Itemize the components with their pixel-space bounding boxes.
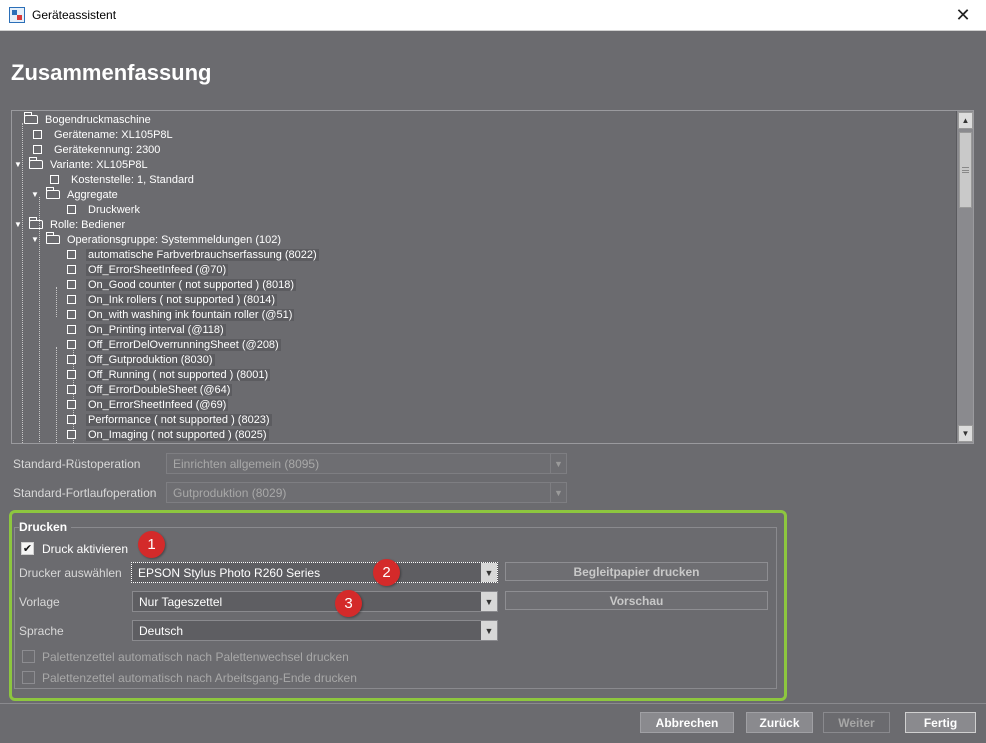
operation-end-checkbox[interactable] — [22, 671, 35, 684]
tree-row-geraetename[interactable]: Gerätename: XL105P8L — [33, 127, 175, 142]
callout-badge-2: 2 — [373, 559, 400, 586]
tree-row-druckwerk[interactable]: Druckwerk — [67, 202, 142, 217]
back-button[interactable]: Zurück — [746, 712, 813, 733]
chevron-down-icon: ▼ — [481, 621, 497, 640]
cancel-button[interactable]: Abbrechen — [640, 712, 734, 733]
grip-icon — [962, 167, 969, 173]
tree-connector — [56, 347, 57, 443]
tree-row-operation[interactable]: On_Good counter ( not supported ) (8018) — [67, 277, 297, 292]
tree-scrollbar[interactable]: ▲ ▼ — [956, 111, 973, 443]
leaf-node-icon — [67, 325, 76, 334]
language-select[interactable]: Deutsch ▼ — [132, 620, 498, 641]
expand-triangle-icon[interactable]: ▼ — [13, 217, 23, 232]
template-value: Nur Tageszettel — [139, 594, 223, 609]
leaf-node-icon — [67, 355, 76, 364]
footer-separator — [0, 703, 986, 704]
printer-select[interactable]: EPSON Stylus Photo R260 Series ▼ — [131, 562, 498, 583]
tree-row-operation[interactable]: Off_Running ( not supported ) (8001) — [67, 367, 271, 382]
chevron-down-icon: ▼ — [550, 483, 566, 502]
tree-row-variante[interactable]: ▼ Variante: XL105P8L — [13, 157, 150, 172]
folder-icon — [46, 187, 60, 199]
chevron-down-icon: ▼ — [550, 454, 566, 473]
folder-icon — [29, 217, 43, 229]
print-group-title: Drucken — [19, 520, 72, 534]
setup-operation-value: Einrichten allgemein (8095) — [173, 456, 320, 471]
language-label: Sprache — [19, 624, 64, 638]
callout-badge-3: 3 — [335, 590, 362, 617]
folder-icon — [29, 157, 43, 169]
leaf-node-icon — [67, 340, 76, 349]
template-label: Vorlage — [19, 595, 60, 609]
preview-button[interactable]: Vorschau — [505, 591, 768, 610]
tree-row-operation[interactable]: On_Imaging ( not supported ) (8025) — [67, 427, 269, 442]
scroll-thumb[interactable] — [959, 132, 972, 208]
leaf-node-icon — [67, 385, 76, 394]
window-title: Geräteassistent — [32, 8, 117, 22]
tree-row-operation[interactable]: Off_ErrorDoubleSheet (@64) — [67, 382, 233, 397]
callout-badge-1: 1 — [138, 531, 165, 558]
leaf-node-icon — [67, 370, 76, 379]
printer-label: Drucker auswählen — [19, 566, 122, 580]
scroll-up-icon[interactable]: ▲ — [958, 112, 973, 129]
enable-print-checkbox[interactable]: ✔ — [21, 542, 34, 555]
scroll-down-icon[interactable]: ▼ — [958, 425, 973, 442]
pallet-change-label: Palettenzettel automatisch nach Paletten… — [42, 650, 349, 664]
tree-row-operation[interactable]: On_Ink rollers ( not supported ) (8014) — [67, 292, 278, 307]
expand-triangle-icon[interactable]: ▼ — [30, 187, 40, 202]
pallet-change-checkbox[interactable] — [22, 650, 35, 663]
close-icon[interactable]: ✕ — [940, 0, 986, 31]
folder-icon — [24, 112, 38, 124]
folder-icon — [46, 232, 60, 244]
tree-row-bogendruckmaschine[interactable]: Bogendruckmaschine — [14, 112, 153, 127]
finish-button[interactable]: Fertig — [905, 712, 976, 733]
tree-row-operation[interactable]: Off_ErrorDelOverrunningSheet (@208) — [67, 337, 281, 352]
language-value: Deutsch — [139, 623, 184, 638]
page-title: Zusammenfassung — [11, 60, 212, 85]
print-accompanying-button[interactable]: Begleitpapier drucken — [505, 562, 768, 581]
leaf-node-icon — [33, 130, 42, 139]
chevron-down-icon: ▼ — [481, 592, 497, 611]
leaf-node-icon — [67, 310, 76, 319]
chevron-down-icon: ▼ — [481, 563, 497, 582]
leaf-node-icon — [67, 415, 76, 424]
expand-triangle-icon[interactable]: ▼ — [30, 232, 40, 247]
leaf-node-icon — [67, 265, 76, 274]
continuous-operation-select[interactable]: Gutproduktion (8029) ▼ — [166, 482, 567, 503]
leaf-node-icon — [67, 250, 76, 259]
tree-row-operation[interactable]: On_with washing ink fountain roller (@51… — [67, 307, 295, 322]
window-titlebar: Geräteassistent ✕ — [0, 0, 986, 31]
expand-triangle-icon[interactable]: ▼ — [13, 157, 23, 172]
tree-row-operation[interactable]: On_Printing interval (@118) — [67, 322, 226, 337]
leaf-node-icon — [33, 145, 42, 154]
leaf-node-icon — [67, 280, 76, 289]
setup-operation-label: Standard-Rüstoperation — [13, 457, 141, 471]
summary-tree[interactable]: Bogendruckmaschine Gerätename: XL105P8L … — [11, 110, 974, 444]
leaf-node-icon — [67, 295, 76, 304]
printer-value: EPSON Stylus Photo R260 Series — [138, 565, 321, 580]
next-button[interactable]: Weiter — [823, 712, 890, 733]
leaf-node-icon — [67, 205, 76, 214]
tree-row-operation[interactable]: Off_Gutproduktion (8030) — [67, 352, 215, 367]
enable-print-label: Druck aktivieren — [42, 542, 129, 556]
leaf-node-icon — [67, 400, 76, 409]
app-icon — [9, 7, 25, 23]
tree-row-operationsgruppe[interactable]: ▼ Operationsgruppe: Systemmeldungen (102… — [30, 232, 283, 247]
setup-operation-select[interactable]: Einrichten allgemein (8095) ▼ — [166, 453, 567, 474]
tree-row-rolle[interactable]: ▼ Rolle: Bediener — [13, 217, 127, 232]
tree-row-geraetekennung[interactable]: Gerätekennung: 2300 — [33, 142, 162, 157]
operation-end-label: Palettenzettel automatisch nach Arbeitsg… — [42, 671, 357, 685]
template-select[interactable]: Nur Tageszettel ▼ — [132, 591, 498, 612]
tree-row-kostenstelle[interactable]: Kostenstelle: 1, Standard — [50, 172, 196, 187]
tree-content: Bogendruckmaschine Gerätename: XL105P8L … — [12, 111, 957, 443]
tree-row-operation[interactable]: Performance ( not supported ) (8023) — [67, 412, 272, 427]
continuous-operation-value: Gutproduktion (8029) — [173, 485, 287, 500]
tree-row-operation[interactable]: On_ErrorSheetInfeed (@69) — [67, 397, 229, 412]
continuous-operation-label: Standard-Fortlaufoperation — [13, 486, 157, 500]
tree-row-operation[interactable]: Off_ErrorSheetInfeed (@70) — [67, 262, 229, 277]
tree-row-aggregate[interactable]: ▼ Aggregate — [30, 187, 120, 202]
tree-connector — [56, 287, 57, 317]
tree-row-operation[interactable]: automatische Farbverbrauchserfassung (80… — [67, 247, 319, 262]
leaf-node-icon — [67, 430, 76, 439]
leaf-node-icon — [50, 175, 59, 184]
